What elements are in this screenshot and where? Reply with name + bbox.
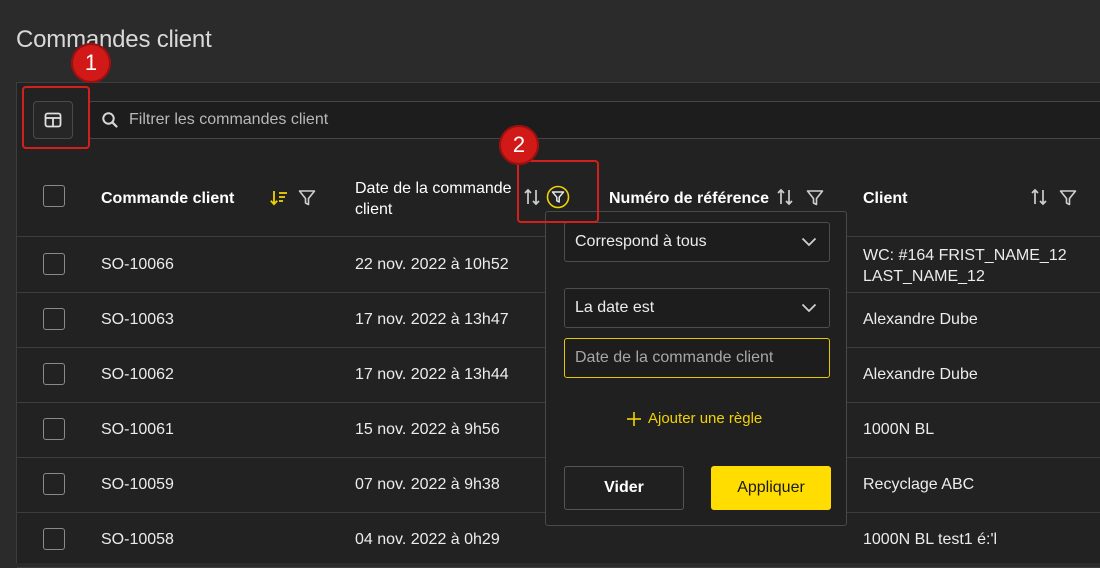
- row-checkbox[interactable]: [43, 253, 65, 275]
- header-client[interactable]: Client: [863, 188, 907, 209]
- match-select[interactable]: Correspond à tous: [564, 222, 830, 262]
- annotation-badge-2: 2: [499, 125, 539, 165]
- row-checkbox[interactable]: [43, 363, 65, 385]
- order-date: 04 nov. 2022 à 0h29: [355, 531, 500, 548]
- chevron-down-icon: [801, 303, 817, 313]
- order-date: 07 nov. 2022 à 9h38: [355, 476, 500, 493]
- order-number: SO-10063: [101, 311, 174, 328]
- annotation-badge-1: 1: [71, 43, 111, 83]
- header-reference[interactable]: Numéro de référence: [609, 188, 769, 209]
- search-input[interactable]: [129, 111, 1100, 129]
- apply-button[interactable]: Appliquer: [711, 466, 831, 510]
- plus-icon: [626, 411, 642, 427]
- client-name: Alexandre Dube: [863, 311, 978, 328]
- client-name: 1000N BL test1 é:'l: [863, 531, 998, 548]
- order-date: 17 nov. 2022 à 13h44: [355, 366, 509, 383]
- chevron-down-icon: [801, 237, 817, 247]
- row-checkbox[interactable]: [43, 528, 65, 550]
- sort-icon[interactable]: [1029, 187, 1049, 212]
- filter-icon[interactable]: [805, 188, 825, 213]
- row-checkbox[interactable]: [43, 308, 65, 330]
- order-date: 22 nov. 2022 à 10h52: [355, 256, 509, 273]
- order-number: SO-10061: [101, 421, 174, 438]
- order-number: SO-10058: [101, 531, 174, 548]
- order-number: SO-10066: [101, 256, 174, 273]
- sort-descending-icon[interactable]: [269, 188, 289, 213]
- search-icon: [89, 111, 129, 129]
- client-name: Recyclage ABC: [863, 476, 975, 493]
- add-rule-label: Ajouter une règle: [648, 410, 763, 427]
- header-date[interactable]: Date de la commande client: [355, 178, 520, 220]
- clear-button[interactable]: Vider: [564, 466, 684, 510]
- order-number: SO-10059: [101, 476, 174, 493]
- search-bar: [88, 101, 1100, 139]
- filter-icon[interactable]: [297, 188, 317, 213]
- select-all-checkbox[interactable]: [43, 185, 65, 207]
- filter-icon[interactable]: [1058, 188, 1078, 213]
- client-name: WC: #164 FRIST_NAME_12 LAST_NAME_12: [863, 247, 1067, 285]
- row-checkbox[interactable]: [43, 473, 65, 495]
- filter-popup: Correspond à tous La date est Ajouter un…: [545, 211, 847, 526]
- client-name: Alexandre Dube: [863, 366, 978, 383]
- page-title: Commandes client: [16, 26, 212, 53]
- date-input[interactable]: [564, 338, 830, 378]
- match-select-value: Correspond à tous: [575, 233, 707, 250]
- order-date: 15 nov. 2022 à 9h56: [355, 421, 500, 438]
- row-checkbox[interactable]: [43, 418, 65, 440]
- sort-icon[interactable]: [775, 187, 795, 212]
- condition-select-value: La date est: [575, 299, 655, 316]
- order-date: 17 nov. 2022 à 13h47: [355, 311, 509, 328]
- add-rule-link[interactable]: Ajouter une règle: [626, 410, 762, 427]
- annotation-box-1: [22, 86, 90, 149]
- header-order[interactable]: Commande client: [101, 188, 234, 209]
- annotation-box-2: [517, 160, 599, 223]
- order-number: SO-10062: [101, 366, 174, 383]
- client-name: 1000N BL: [863, 421, 935, 438]
- condition-select[interactable]: La date est: [564, 288, 830, 328]
